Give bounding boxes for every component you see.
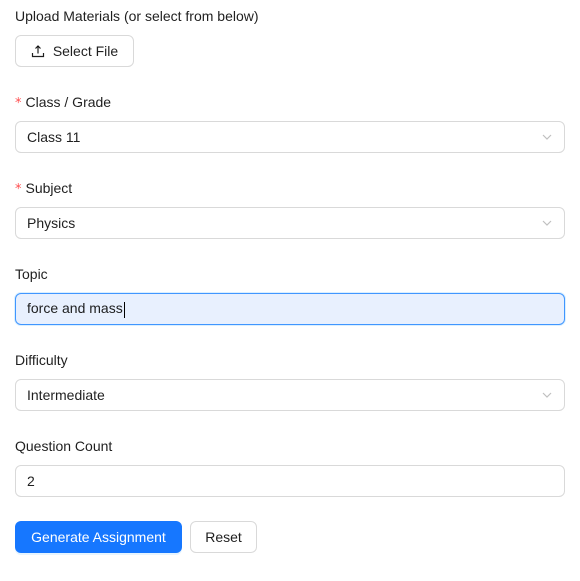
class-grade-select[interactable]: Class 11 (15, 121, 565, 153)
question-count-input[interactable]: 2 (15, 465, 565, 497)
topic-input[interactable]: force and mass (15, 293, 565, 325)
select-file-button[interactable]: Select File (15, 35, 134, 67)
subject-value: Physics (27, 215, 76, 231)
topic-label: Topic (15, 266, 48, 282)
class-grade-label: * Class / Grade (15, 91, 111, 115)
chevron-down-icon (541, 131, 553, 143)
subject-select[interactable]: Physics (15, 207, 565, 239)
text-cursor (123, 301, 125, 318)
chevron-down-icon (541, 217, 553, 229)
generate-assignment-button[interactable]: Generate Assignment (15, 521, 182, 553)
upload-icon (31, 44, 45, 58)
generate-assignment-label: Generate Assignment (31, 529, 166, 545)
chevron-down-icon (541, 389, 553, 401)
question-count-value: 2 (27, 473, 35, 489)
topic-value-wrap: force and mass (27, 300, 553, 318)
class-grade-label-text: Class / Grade (25, 94, 112, 110)
subject-label-text: Subject (25, 180, 73, 196)
question-count-label: Question Count (15, 438, 113, 454)
difficulty-label: Difficulty (15, 352, 68, 368)
required-mark: * (15, 96, 22, 111)
required-mark: * (15, 182, 22, 197)
subject-label: * Subject (15, 177, 72, 201)
upload-materials-label: Upload Materials (or select from below) (15, 8, 259, 24)
select-file-label: Select File (52, 43, 119, 59)
reset-label: Reset (205, 529, 242, 545)
reset-button[interactable]: Reset (190, 521, 257, 553)
difficulty-select[interactable]: Intermediate (15, 379, 565, 411)
topic-value: force and mass (27, 300, 123, 317)
class-grade-value: Class 11 (27, 129, 81, 145)
difficulty-value: Intermediate (27, 387, 105, 403)
